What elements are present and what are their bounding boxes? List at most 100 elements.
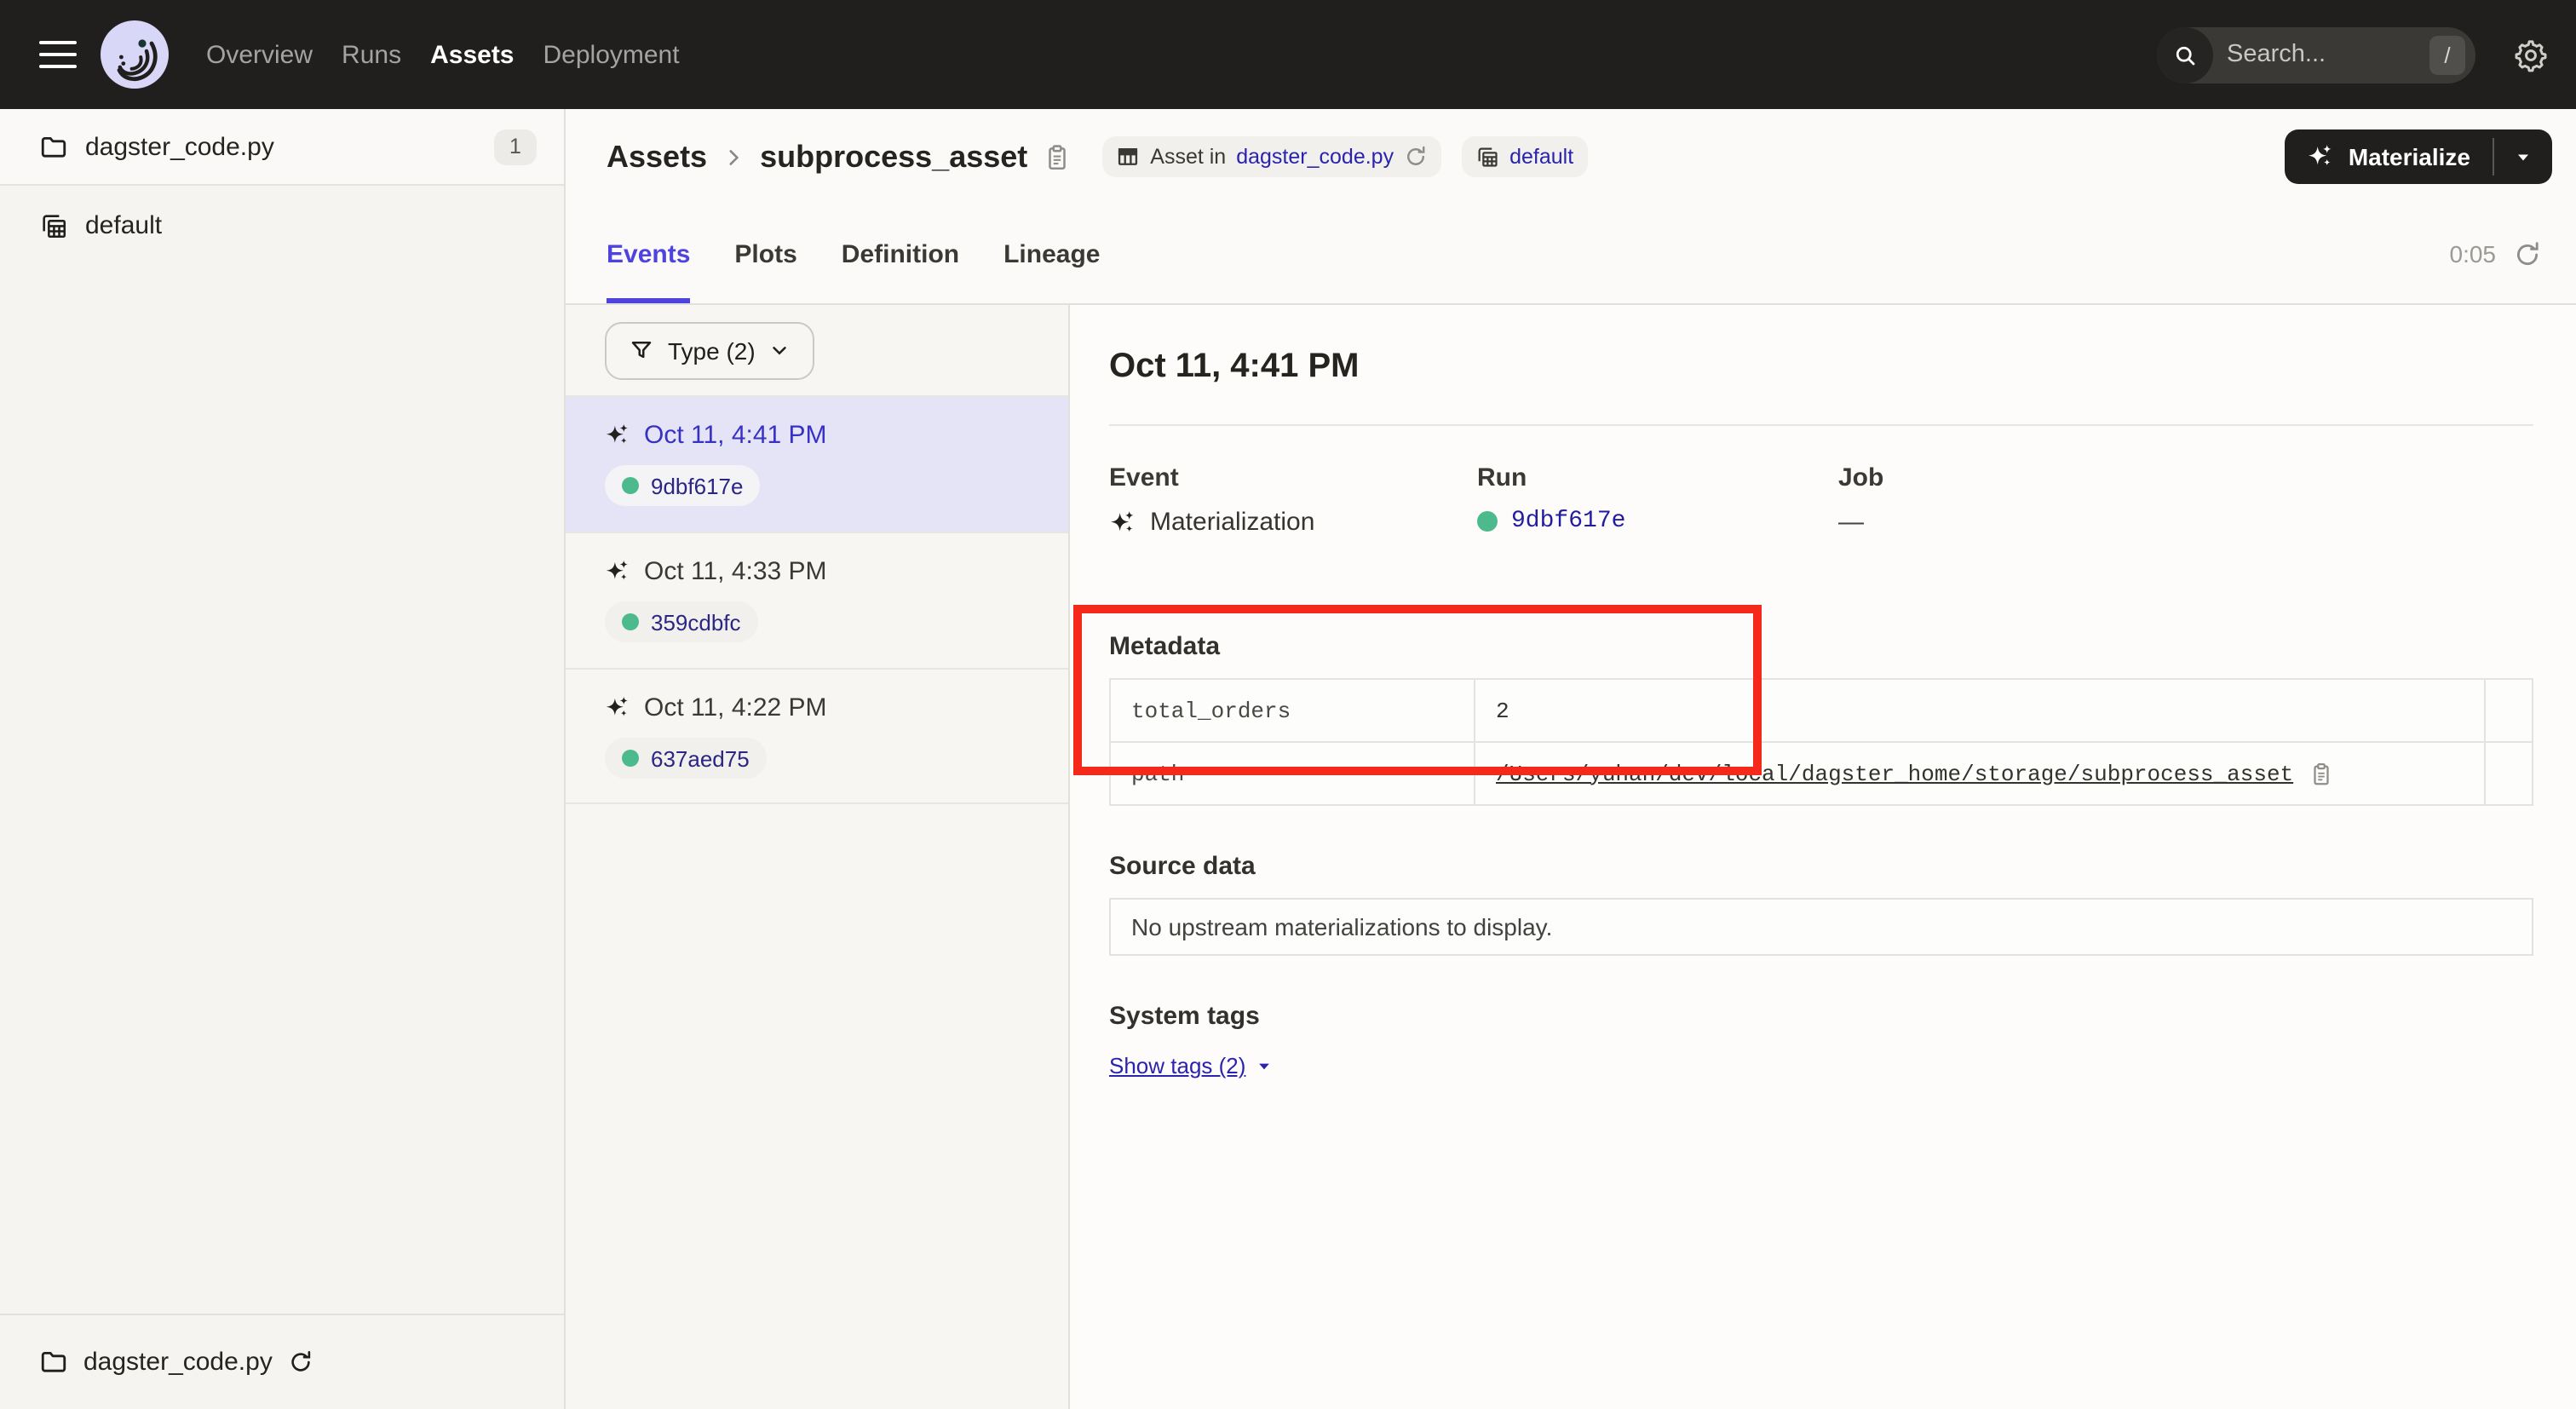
run-status-dot: [622, 477, 639, 494]
breadcrumb-assets-link[interactable]: Assets: [607, 139, 707, 175]
asset-tags: Asset in dagster_code.py: [1102, 136, 1587, 177]
nav-item-overview[interactable]: Overview: [206, 33, 313, 76]
event-timestamp: Oct 11, 4:41 PM: [644, 421, 827, 450]
chevron-right-icon: [722, 146, 745, 168]
folder-icon: [39, 132, 68, 161]
event-detail-title: Oct 11, 4:41 PM: [1109, 342, 2533, 390]
materialization-sparkle-icon: [605, 695, 630, 721]
sidebar-item-code-location[interactable]: dagster_code.py 1: [0, 109, 564, 186]
metadata-heading: Metadata: [1109, 632, 2533, 661]
asset-group-link[interactable]: default: [1509, 145, 1573, 169]
tab-lineage[interactable]: Lineage: [1003, 204, 1100, 303]
primary-nav: Overview Runs Assets Deployment: [206, 33, 680, 76]
event-detail-panel: Oct 11, 4:41 PM Event Materi: [1070, 305, 2576, 1409]
top-navigation-bar: Overview Runs Assets Deployment /: [0, 0, 2576, 109]
search-input[interactable]: [2213, 41, 2429, 68]
source-data-empty-message: No upstream materializations to display.: [1131, 913, 1552, 940]
event-list-item[interactable]: Oct 11, 4:41 PM 9dbf617e: [566, 395, 1068, 532]
table-cell-empty: [2484, 743, 2532, 804]
refresh-icon[interactable]: [2513, 239, 2542, 268]
event-type-filter-button[interactable]: Type (2): [605, 321, 815, 379]
copy-path-icon[interactable]: [2309, 761, 2334, 786]
breadcrumb: Assets subprocess_asset: [607, 139, 1072, 175]
run-id: 359cdbfc: [651, 609, 741, 635]
code-location-label: dagster_code.py: [83, 1348, 273, 1377]
system-tags-heading: System tags: [1109, 1002, 2533, 1031]
run-id-pill[interactable]: 359cdbfc: [605, 601, 758, 642]
tab-plots[interactable]: Plots: [734, 204, 796, 303]
gear-icon[interactable]: [2513, 37, 2549, 72]
job-label: Job: [1838, 463, 2533, 492]
sidebar-item-default-group[interactable]: default: [0, 186, 564, 264]
materialization-sparkle-icon: [1109, 509, 1136, 536]
nav-item-deployment[interactable]: Deployment: [543, 33, 680, 76]
asset-group-tag: default: [1462, 136, 1587, 177]
folder-icon: [39, 1348, 68, 1377]
asset-groups-sidebar: dagster_code.py 1 default dagster_code.p…: [0, 109, 566, 1409]
code-location-link[interactable]: dagster_code.py: [1236, 145, 1394, 169]
dagster-app: Overview Runs Assets Deployment /: [0, 0, 2576, 1409]
tab-events[interactable]: Events: [607, 204, 690, 303]
run-status-dot: [622, 613, 639, 630]
nav-item-assets[interactable]: Assets: [430, 33, 514, 76]
asset-name-title: subprocess_asset: [760, 139, 1027, 175]
materialization-sparkle-icon: [605, 559, 630, 584]
table-row: total_orders 2: [1111, 680, 2532, 741]
asset-count-badge: 1: [494, 129, 537, 164]
reload-icon[interactable]: [1404, 145, 1428, 169]
caret-down-icon: [1256, 1057, 1273, 1074]
materialization-event-list: Type (2): [566, 305, 1070, 1409]
materialize-button[interactable]: Materialize: [2286, 129, 2493, 184]
metadata-value: 2: [1474, 680, 2484, 741]
run-id-pill[interactable]: 637aed75: [605, 738, 767, 779]
source-data-empty-state: No upstream materializations to display.: [1109, 898, 2533, 956]
refresh-countdown: 0:05: [2450, 240, 2497, 267]
metadata-table: total_orders 2 path /Users/yuhan/dev/loc…: [1109, 678, 2533, 806]
search-icon: [2157, 26, 2213, 83]
caret-down-icon: [2513, 147, 2533, 167]
sidebar-item-label: dagster_code.py: [85, 132, 274, 161]
table-row: path /Users/yuhan/dev/local/dagster_home…: [1111, 741, 2532, 804]
sidebar-item-label: default: [85, 210, 162, 239]
asset-tabs: Events Plots Definition Lineage: [607, 204, 1100, 303]
auto-refresh-timer: 0:05: [2450, 239, 2543, 268]
divider: [1109, 424, 2533, 426]
run-status-dot: [622, 750, 639, 767]
table-cell-empty: [2484, 680, 2532, 741]
show-tags-label: Show tags (2): [1109, 1053, 1245, 1078]
run-status-dot: [1477, 511, 1498, 532]
global-search: /: [2157, 26, 2475, 83]
event-label: Event: [1109, 463, 1477, 492]
tag-prefix: Asset in: [1150, 145, 1226, 169]
materialization-sparkle-icon: [2308, 143, 2335, 170]
run-id-link[interactable]: 9dbf617e: [1511, 508, 1625, 535]
run-id-pill[interactable]: 9dbf617e: [605, 465, 760, 506]
menu-icon[interactable]: [39, 40, 77, 69]
run-id: 637aed75: [651, 745, 750, 771]
dagster-logo-icon[interactable]: [101, 20, 169, 89]
code-location-status: dagster_code.py: [0, 1314, 564, 1409]
nav-item-runs[interactable]: Runs: [342, 33, 401, 76]
event-list-item[interactable]: Oct 11, 4:33 PM 359cdbfc: [566, 532, 1068, 668]
event-timestamp: Oct 11, 4:33 PM: [644, 557, 827, 586]
search-shortcut-badge: /: [2429, 35, 2465, 74]
job-empty-value: —: [1838, 508, 1864, 537]
event-meta-grid: Event Materialization R: [1109, 463, 2533, 537]
asset-group-icon: [1475, 145, 1499, 169]
run-column: Run 9dbf617e: [1477, 463, 1838, 537]
run-label: Run: [1477, 463, 1838, 492]
event-timestamp: Oct 11, 4:22 PM: [644, 693, 827, 722]
tab-definition[interactable]: Definition: [842, 204, 959, 303]
event-type-value: Materialization: [1150, 508, 1314, 537]
reload-icon[interactable]: [288, 1349, 313, 1375]
metadata-path-link[interactable]: /Users/yuhan/dev/local/dagster_home/stor…: [1496, 761, 2293, 786]
asset-page-header: Assets subprocess_asset: [566, 109, 2576, 305]
event-column: Event Materialization: [1109, 463, 1477, 537]
show-tags-toggle[interactable]: Show tags (2): [1109, 1053, 1273, 1078]
materialize-split-button: Materialize: [2286, 129, 2552, 184]
asset-location-tag: Asset in dagster_code.py: [1102, 136, 1441, 177]
materialize-dropdown-button[interactable]: [2494, 129, 2552, 184]
copy-asset-name-icon[interactable]: [1043, 142, 1072, 171]
event-list-item[interactable]: Oct 11, 4:22 PM 637aed75: [566, 668, 1068, 804]
filter-icon: [629, 337, 654, 363]
